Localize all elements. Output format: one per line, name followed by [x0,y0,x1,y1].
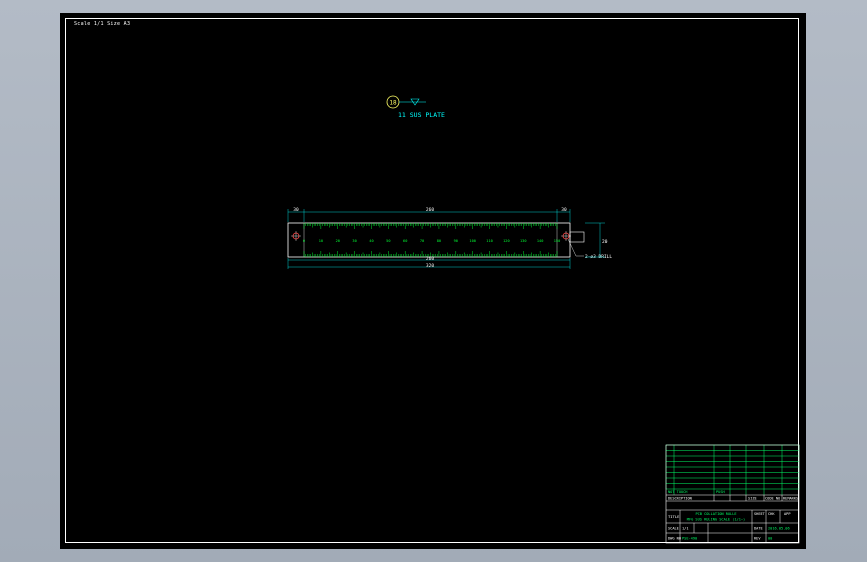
scale-number: 150 [554,239,561,243]
ruler-plate: 0 10 20 30 40 50 60 70 80 90 100 110 120 130 140 150 2-… [287,207,612,269]
tb-description-label: DESCRIPTION [668,497,692,501]
tb-dwg-label: DWG NO [668,537,681,541]
tb-app-label: APP [784,512,791,516]
scale-number: 100 [469,239,476,243]
dim-bottom-inner: 260 [426,256,434,262]
tb-chk-label: CHK [768,512,775,516]
tb-date-value: 2016.05.06 [768,527,790,531]
scale-number: 140 [537,239,544,243]
scale-number: 30 [352,239,356,243]
dim-top-mid: 260 [426,207,434,213]
scale-number: 80 [437,239,441,243]
scale-number: 90 [454,239,458,243]
hole-left [291,231,301,241]
tb-customer: NOT TOUCH [668,490,687,494]
scale-number: 110 [486,239,493,243]
dim-side: 20 [602,239,608,245]
tb-rev-label: REV [754,537,761,541]
callout-label: 11 SUS PLATE [398,111,445,119]
tb-rev-value: 00 [768,537,772,541]
tb-col-a: SIZE [748,497,757,501]
dim-bottom-overall: 320 [426,263,434,269]
scale-number: 60 [403,239,407,243]
scale-number: 70 [420,239,424,243]
tb-title-line1: PCB COLLATION RULLE [695,512,736,516]
tb-scale-value: 1/1 [682,527,689,531]
section-callout: 18 11 SUS PLATE [386,95,445,119]
tb-date-label: DATE [754,527,763,531]
tb-sheet-label: SHEET [754,512,766,516]
scale-number: 120 [503,239,510,243]
title-block: NOT TOUCH PUSH DESCRIPTION SIZE CODE NO … [665,444,800,544]
hole-right [561,231,571,241]
tb-project: PUSH [716,490,725,494]
revision-grid [665,444,800,495]
tb-col-b: CODE NO [765,497,780,501]
tb-col-c: REMARKS [783,497,798,501]
scale-number: 0 [303,239,305,243]
tb-title-line2: MFG SUS RULING SCALE (1/1~) [687,518,745,522]
tb-title-label: TITLE [668,514,680,519]
scale-number: 20 [336,239,340,243]
plate-outline [287,222,571,258]
scale-number: 40 [369,239,373,243]
scale-ticks-top [303,223,558,229]
callout-number: 18 [389,100,397,107]
scale-numbers: 0 10 20 30 40 50 60 70 80 90 100 110 120 130 140 150 [303,239,560,243]
cad-drawing-canvas: 18 11 SUS PLATE 0 10 20 30 40 50 60 70 80 90 100 11… [287,95,800,544]
scale-number: 10 [319,239,323,243]
drawing-sheet: Scale 1/1 Size A3 18 11 SUS PLATE 0 10 20 3… [60,13,806,549]
plate-tab [569,231,585,243]
scale-number: 50 [386,239,390,243]
tb-scale-label: SCALE [668,527,679,531]
tb-dwg-value: PSE-490 [682,537,697,541]
scale-number: 130 [520,239,527,243]
dim-top-right: 30 [561,207,567,213]
dim-top-left: 30 [293,207,299,213]
